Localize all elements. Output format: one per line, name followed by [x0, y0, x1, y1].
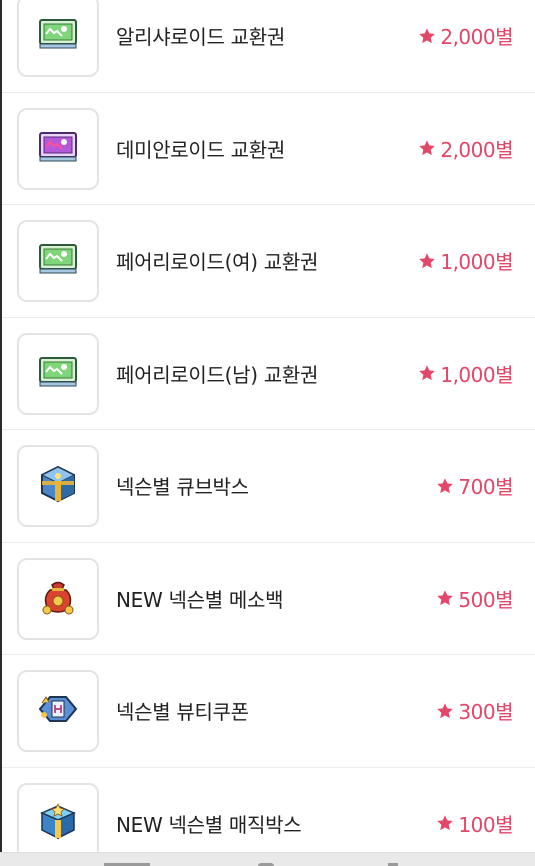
- item-price: 1,000별: [418, 359, 513, 388]
- list-item[interactable]: 넥슨별 뷰티쿠폰 300별: [2, 655, 535, 768]
- item-thumbnail: [17, 0, 99, 77]
- price-label: 700별: [458, 475, 513, 500]
- meso-bag-icon: [38, 577, 78, 621]
- ticket-green-icon: [37, 16, 79, 56]
- price-label: 300별: [458, 700, 513, 725]
- price-label: 1,000별: [440, 250, 513, 275]
- price-label: 100별: [458, 812, 513, 837]
- list-item[interactable]: 넥슨별 큐브박스 700별: [2, 430, 535, 543]
- list-item[interactable]: 데미안로이드 교환권 2,000별: [2, 93, 535, 205]
- ticket-purple-icon: [37, 129, 79, 169]
- price-label: 2,000별: [440, 25, 513, 50]
- list-item[interactable]: 알리샤로이드 교환권 2,000별: [2, 0, 535, 93]
- list-item[interactable]: NEW 넥슨별 메소백 500별: [2, 543, 535, 655]
- item-name: NEW 넥슨별 매직박스: [116, 812, 302, 837]
- star-icon: [437, 815, 454, 831]
- system-navigation-bar: [0, 852, 535, 866]
- star-icon: [419, 365, 436, 381]
- item-name: NEW 넥슨별 메소백: [116, 587, 284, 612]
- item-thumbnail: [17, 445, 99, 527]
- star-icon: [419, 28, 436, 43]
- magic-box-icon: [38, 802, 78, 846]
- star-icon: [419, 140, 436, 156]
- item-name: 넥슨별 큐브박스: [116, 475, 249, 500]
- item-name: 페어리로이드(여) 교환권: [116, 250, 319, 275]
- price-label: 500별: [458, 587, 513, 612]
- item-thumbnail: [17, 557, 99, 640]
- beauty-coupon-icon: [36, 689, 80, 733]
- item-thumbnail: [17, 220, 99, 302]
- list-item[interactable]: 페어리로이드(남) 교환권 1,000별: [2, 318, 535, 430]
- shop-screen: 알리샤로이드 교환권 2,000별 데미안로이드 교환권 2,000별 페어리로…: [0, 0, 535, 866]
- item-thumbnail: [17, 670, 99, 752]
- item-price: 2,000별: [418, 134, 513, 163]
- star-icon: [437, 590, 454, 606]
- item-thumbnail: [17, 332, 99, 415]
- item-price: 100별: [436, 809, 513, 838]
- item-name: 넥슨별 뷰티쿠폰: [116, 700, 249, 725]
- star-icon: [437, 703, 454, 718]
- price-label: 2,000별: [440, 137, 513, 162]
- item-price: 2,000별: [418, 21, 513, 50]
- star-icon: [437, 478, 454, 493]
- item-name: 알리샤로이드 교환권: [116, 25, 285, 50]
- ticket-green-icon: [37, 354, 79, 394]
- list-item[interactable]: 페어리로이드(여) 교환권 1,000별: [2, 205, 535, 318]
- item-price: 700별: [436, 471, 513, 500]
- item-thumbnail: [17, 107, 99, 190]
- ticket-green-icon: [37, 241, 79, 281]
- item-price: 1,000별: [418, 246, 513, 275]
- shop-item-list: 알리샤로이드 교환권 2,000별 데미안로이드 교환권 2,000별 페어리로…: [2, 0, 535, 866]
- item-name: 페어리로이드(남) 교환권: [116, 362, 319, 387]
- cube-box-icon: [38, 464, 78, 508]
- item-name: 데미안로이드 교환권: [116, 137, 285, 162]
- item-price: 500별: [436, 584, 513, 613]
- item-price: 300별: [436, 696, 513, 725]
- star-icon: [419, 253, 436, 268]
- price-label: 1,000별: [440, 362, 513, 387]
